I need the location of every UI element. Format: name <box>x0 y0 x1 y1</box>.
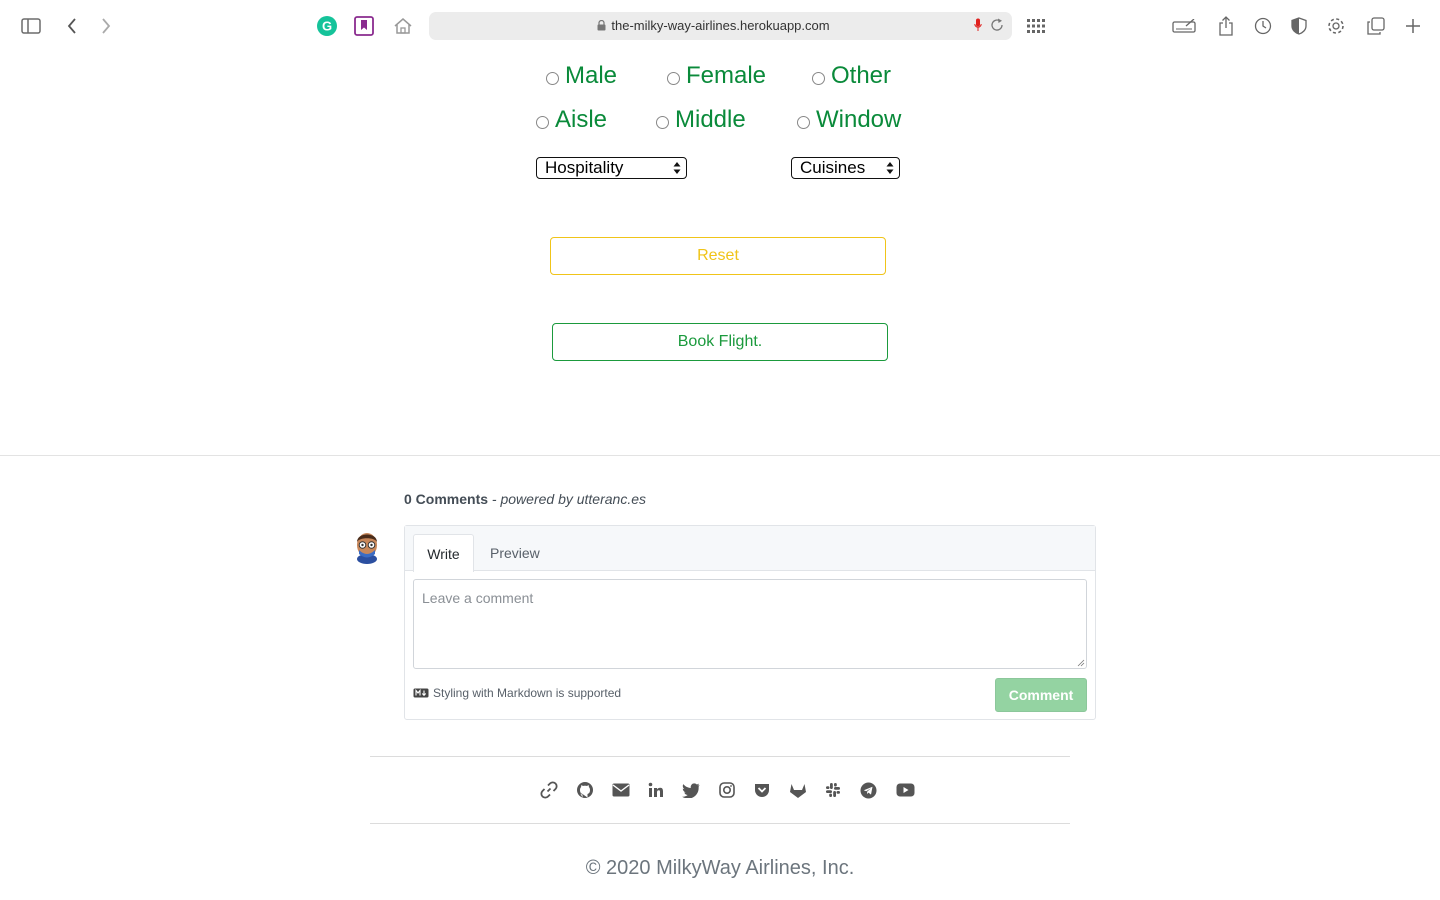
telegram-icon[interactable] <box>858 780 878 800</box>
radio-label: Other <box>831 62 892 89</box>
share-icon[interactable] <box>1214 14 1238 38</box>
markdown-note-text: Styling with Markdown is supported <box>433 686 622 700</box>
radio-button[interactable] <box>656 115 669 129</box>
seat-option-aisle[interactable]: Aisle <box>536 106 607 134</box>
reset-button[interactable]: Reset <box>550 237 886 275</box>
resize-handle-icon[interactable] <box>1077 659 1085 667</box>
youtube-icon[interactable] <box>895 780 915 800</box>
microphone-icon[interactable] <box>974 18 982 32</box>
home-icon[interactable] <box>391 14 415 38</box>
copyright: © 2020 MilkyWay Airlines, Inc. <box>585 857 855 879</box>
hospitality-select[interactable]: Hospitality <box>536 157 687 179</box>
link-icon[interactable] <box>539 780 559 800</box>
comment-textarea[interactable]: Leave a comment <box>413 579 1087 669</box>
select-value: Hospitality <box>545 158 624 177</box>
radio-button[interactable] <box>667 71 680 85</box>
gender-radio-group: Male Female Other <box>0 60 1440 100</box>
back-icon[interactable] <box>60 14 84 38</box>
divider <box>0 455 1440 456</box>
tab-preview[interactable]: Preview <box>490 545 540 561</box>
plus-icon[interactable] <box>1401 14 1425 38</box>
avatar <box>352 530 382 564</box>
select-value: Cuisines <box>800 158 866 177</box>
radio-label: Female <box>686 62 767 89</box>
select-arrows-icon <box>673 162 681 174</box>
github-icon[interactable] <box>575 780 595 800</box>
keyboard-icon[interactable] <box>1171 14 1197 38</box>
grid-icon[interactable] <box>1024 14 1048 38</box>
instagram-icon[interactable] <box>717 780 737 800</box>
book-flight-button[interactable]: Book Flight. <box>552 323 888 361</box>
comment-form: Write Preview Leave a comment Styling wi… <box>404 525 1096 720</box>
sidebar-icon[interactable] <box>19 14 43 38</box>
gear-icon[interactable] <box>1324 14 1348 38</box>
browser-toolbar: G the-milky-way-airlines.herokuapp.com <box>0 0 1440 52</box>
address-bar[interactable]: the-milky-way-airlines.herokuapp.com <box>429 12 1012 40</box>
bookmark-icon[interactable] <box>352 14 376 38</box>
radio-button[interactable] <box>812 71 825 85</box>
tabs-icon[interactable] <box>1364 14 1388 38</box>
radio-button[interactable] <box>546 71 559 85</box>
seat-radio-group: Aisle Middle Window <box>0 104 1440 144</box>
radio-label: Aisle <box>555 106 608 133</box>
gender-option-female[interactable]: Female <box>667 62 766 90</box>
gitlab-icon[interactable] <box>788 780 808 800</box>
radio-button[interactable] <box>536 115 549 129</box>
footer-divider <box>370 756 1070 757</box>
forward-icon[interactable] <box>94 14 118 38</box>
url-text: the-milky-way-airlines.herokuapp.com <box>611 18 830 33</box>
svg-text:G: G <box>322 19 332 34</box>
markdown-note[interactable]: Styling with Markdown is supported <box>413 686 621 700</box>
comments-header: 0 Comments - powered by utteranc.es <box>404 491 646 507</box>
select-arrows-icon <box>886 162 894 174</box>
comment-placeholder: Leave a comment <box>422 590 534 606</box>
comment-button[interactable]: Comment <box>995 678 1087 712</box>
gender-option-other[interactable]: Other <box>812 62 891 90</box>
powered-by: - powered by utteranc.es <box>491 491 647 507</box>
seat-option-window[interactable]: Window <box>797 106 901 134</box>
markdown-icon <box>413 688 429 698</box>
radio-button[interactable] <box>797 115 810 129</box>
gender-option-male[interactable]: Male <box>546 62 617 90</box>
linkedin-icon[interactable] <box>646 780 666 800</box>
radio-label: Male <box>565 62 618 89</box>
comment-tabs: Write Preview <box>405 526 1095 572</box>
reload-icon[interactable] <box>990 18 1004 32</box>
tab-write[interactable]: Write <box>413 534 474 572</box>
comments-count: 0 Comments <box>404 491 489 507</box>
pocket-icon[interactable] <box>752 780 772 800</box>
footer-divider <box>370 823 1070 824</box>
grammarly-icon[interactable]: G <box>315 14 339 38</box>
radio-label: Middle <box>675 106 746 133</box>
seat-option-middle[interactable]: Middle <box>656 106 746 134</box>
history-icon[interactable] <box>1251 14 1275 38</box>
slack-icon[interactable] <box>823 780 843 800</box>
twitter-icon[interactable] <box>681 780 701 800</box>
email-icon[interactable] <box>611 780 631 800</box>
cuisines-select[interactable]: Cuisines <box>791 157 900 179</box>
radio-label: Window <box>816 106 902 133</box>
shield-icon[interactable] <box>1287 14 1311 38</box>
